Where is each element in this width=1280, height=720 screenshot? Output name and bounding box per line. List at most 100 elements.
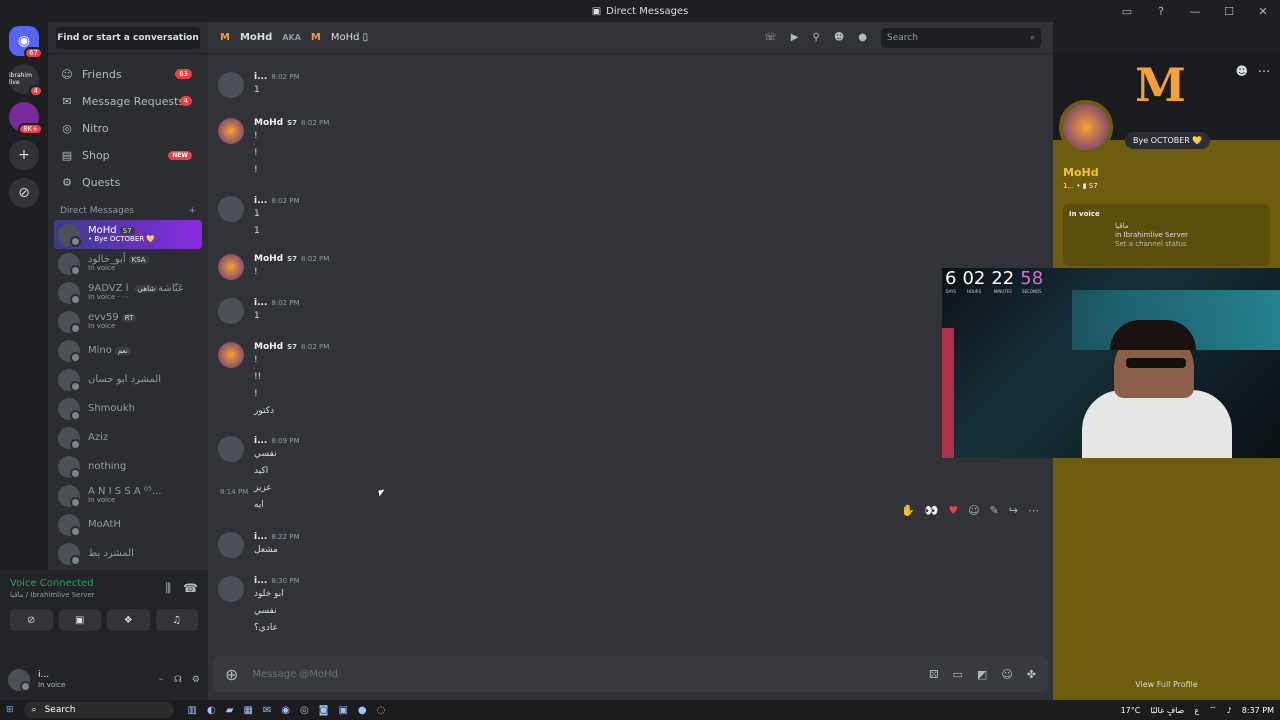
minimize-button[interactable]: — [1178,5,1212,18]
create-dm-icon[interactable]: + [188,206,196,216]
file-explorer-icon[interactable]: ▰ [226,705,234,716]
message-group[interactable]: i... 8:02 PM 1 1 [218,196,300,240]
add-friends-icon[interactable]: ☻ [834,32,844,43]
dm-item[interactable]: evv59 RT In voice [54,307,202,336]
start-icon[interactable]: ⊞ [6,705,14,715]
help-icon[interactable]: ? [1144,5,1178,18]
avatar[interactable] [218,436,244,462]
pin-icon[interactable]: ⚲ [813,32,820,43]
message-input[interactable]: Message @MoHd [252,669,915,680]
view-full-profile-link[interactable]: View Full Profile [1053,680,1280,689]
dm-item[interactable]: Mino نعم [54,336,202,365]
dm-item[interactable]: MoAtH [54,510,202,539]
attach-plus-icon[interactable]: ⊕ [225,665,238,684]
forward-icon[interactable]: ↪ [1009,504,1018,517]
dm-item[interactable]: A N I S S A ⁰⁵... In voice [54,481,202,510]
gift-icon[interactable]: ⚄ [929,668,939,681]
voice-server[interactable]: ماڤيا / Ibrahimlive Server [10,591,95,599]
message-group[interactable]: MoHd S7 8:02 PM!!!! دكتور [218,342,329,420]
wave-reaction-icon[interactable]: ✋ [901,504,915,517]
nav-shop[interactable]: ▤ Shop NEW [54,142,202,168]
language-indicator[interactable]: ع [1194,706,1199,715]
headphones-icon[interactable]: ☊ [174,675,182,685]
find-conversation-input[interactable]: Find or start a conversation [56,26,200,49]
settings-gear-icon[interactable]: ⚙ [192,675,200,685]
message-author[interactable]: MoHd [254,254,283,264]
taskbar-search[interactable]: ⌕ Search [23,702,174,718]
message-group[interactable]: i... 8:30 PM ابو خلود نفسي عادي؟ [218,576,300,637]
screen-share-button[interactable]: ▣ [58,609,101,631]
dm-item[interactable]: nothing [54,452,202,481]
chrome-icon[interactable]: ● [358,705,367,716]
apps-icon[interactable]: ✤ [1027,668,1036,681]
dm-item[interactable]: أبو_خالود KSA In voice [54,249,202,278]
twitch-icon[interactable]: ▣ [338,705,347,716]
avatar[interactable] [218,118,244,144]
search-input[interactable]: Search ⌕ [881,27,1041,48]
avatar[interactable] [8,669,31,692]
avatar[interactable] [218,576,244,602]
channel-status[interactable]: Set a channel status [1115,240,1264,249]
nav-message-requests[interactable]: ✉ Message Requests 4 [54,88,202,114]
dm-item[interactable]: Aziz [54,423,202,452]
clock[interactable]: 8:37 PM [1242,706,1274,715]
avatar[interactable] [218,72,244,98]
message-group[interactable]: i... 8:02 PM 1 [218,298,300,325]
message-group[interactable]: MoHd S7 8:02 PM!!! [218,118,329,179]
store-icon[interactable]: ▦ [243,705,252,716]
message-author[interactable]: i... [254,436,267,446]
dm-item[interactable]: المشرد ابو حسان [54,365,202,394]
home-button[interactable]: ◉ 67 [9,26,43,59]
gif-icon[interactable]: ▭ [953,668,963,681]
profile-avatar[interactable] [1059,100,1113,154]
volume-icon[interactable]: ♪ [1227,706,1232,715]
noise-suppression-icon[interactable]: ⫼ [166,581,172,596]
eyes-reaction-icon[interactable]: 👀 [925,504,939,517]
voice-call-icon[interactable]: ☏ [764,32,777,43]
message-author[interactable]: MoHd [254,118,283,128]
edge-icon[interactable]: ◉ [281,705,290,716]
avatar[interactable] [218,254,244,280]
nav-quests[interactable]: ⚙ Quests [54,169,202,195]
message-author[interactable]: i... [254,298,267,308]
nav-friends[interactable]: ☺ Friends 63 [54,61,202,87]
browser-icon[interactable]: ◎ [300,705,309,716]
heart-reaction-icon[interactable]: ♥ [948,504,958,517]
avatar[interactable] [218,532,244,558]
discord-taskbar-icon[interactable]: ◙ [319,705,329,716]
in-voice-card[interactable]: In voice ماڤيا in Ibrahimlive Server Set… [1063,204,1270,266]
add-friend-icon[interactable]: ☻ [1235,64,1248,78]
emoji-icon[interactable]: ☺ [1001,668,1012,681]
video-call-icon[interactable]: ▶ [791,32,799,43]
maximize-button[interactable]: ☐ [1212,5,1246,18]
profile-toggle-icon[interactable]: ● [858,32,867,43]
obs-icon[interactable]: ◌ [377,705,386,716]
soundboard-button[interactable]: ♫ [155,609,198,631]
dm-item[interactable]: المشرد بط [54,539,202,568]
add-server-button[interactable]: + [9,140,39,170]
activities-button[interactable]: ❖ [107,609,150,631]
server-2[interactable]: 8K+ [9,102,43,135]
add-reaction-icon[interactable]: ☺ [968,504,979,517]
nav-nitro[interactable]: ◎ Nitro [54,115,202,141]
disconnect-icon[interactable]: ☎ [183,581,198,596]
more-options-icon[interactable]: ⋯ [1258,64,1270,78]
camera-off-button[interactable]: ⊘ [10,609,53,631]
avatar[interactable] [218,342,244,368]
message-group[interactable]: MoHd S7 8:02 PM! [218,254,329,281]
task-view-icon[interactable]: ▥ [188,705,197,716]
dm-item[interactable]: Shmoukh [54,394,202,423]
server-ibrahimlive[interactable]: ibrahim live 4 [9,64,43,97]
inbox-icon[interactable]: ▭ [1110,5,1144,18]
copilot-icon[interactable]: ◐ [207,705,216,716]
mail-app-icon[interactable]: ✉ [263,705,271,716]
avatar[interactable] [218,196,244,222]
dm-item[interactable]: MoHd S7 • Bye OCTOBER 💛 [54,220,202,249]
message-group[interactable]: i... 8:09 PM نفسي اكيد عزيز ايه [218,436,300,514]
edit-icon[interactable]: ✎ [990,504,999,517]
message-author[interactable]: i... [254,532,267,542]
message-author[interactable]: i... [254,196,267,206]
avatar[interactable] [218,298,244,324]
message-author[interactable]: i... [254,72,267,82]
wifi-icon[interactable]: ⌔ [1209,705,1217,715]
